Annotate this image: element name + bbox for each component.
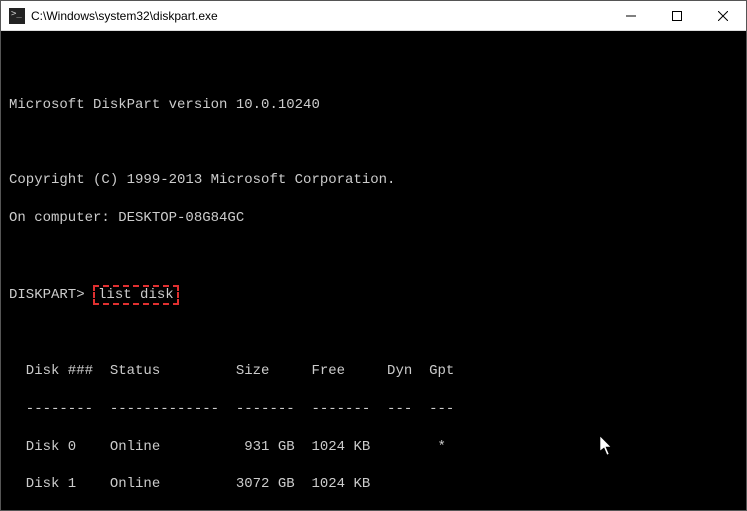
app-icon xyxy=(9,8,25,24)
window-title: C:\Windows\system32\diskpart.exe xyxy=(31,9,608,23)
window-controls xyxy=(608,1,746,30)
table-row: Disk 1 Online 3072 GB 1024 KB xyxy=(9,475,738,494)
close-button[interactable] xyxy=(700,1,746,30)
disk-table-header: Disk ### Status Size Free Dyn Gpt xyxy=(9,362,738,381)
table-row: Disk 0 Online 931 GB 1024 KB * xyxy=(9,438,738,457)
close-icon xyxy=(718,11,728,21)
version-line: Microsoft DiskPart version 10.0.10240 xyxy=(9,96,738,115)
prompt: DISKPART> xyxy=(9,287,85,303)
blank-line xyxy=(9,58,738,77)
terminal-area[interactable]: Microsoft DiskPart version 10.0.10240 Co… xyxy=(1,31,746,510)
blank-line xyxy=(9,324,738,343)
minimize-button[interactable] xyxy=(608,1,654,30)
titlebar[interactable]: C:\Windows\system32\diskpart.exe xyxy=(1,1,746,31)
on-computer-line: On computer: DESKTOP-08G84GC xyxy=(9,209,738,228)
minimize-icon xyxy=(626,11,636,21)
disk-table-rule: -------- ------------- ------- ------- -… xyxy=(9,400,738,419)
cmd-list-disk: list disk xyxy=(93,285,179,306)
mouse-pointer-icon xyxy=(550,417,564,437)
prompt-line: DISKPART> list disk xyxy=(9,285,738,306)
maximize-icon xyxy=(672,11,682,21)
window-frame: C:\Windows\system32\diskpart.exe Microso… xyxy=(0,0,747,511)
blank-line xyxy=(9,247,738,266)
maximize-button[interactable] xyxy=(654,1,700,30)
copyright-line: Copyright (C) 1999-2013 Microsoft Corpor… xyxy=(9,171,738,190)
blank-line xyxy=(9,133,738,152)
